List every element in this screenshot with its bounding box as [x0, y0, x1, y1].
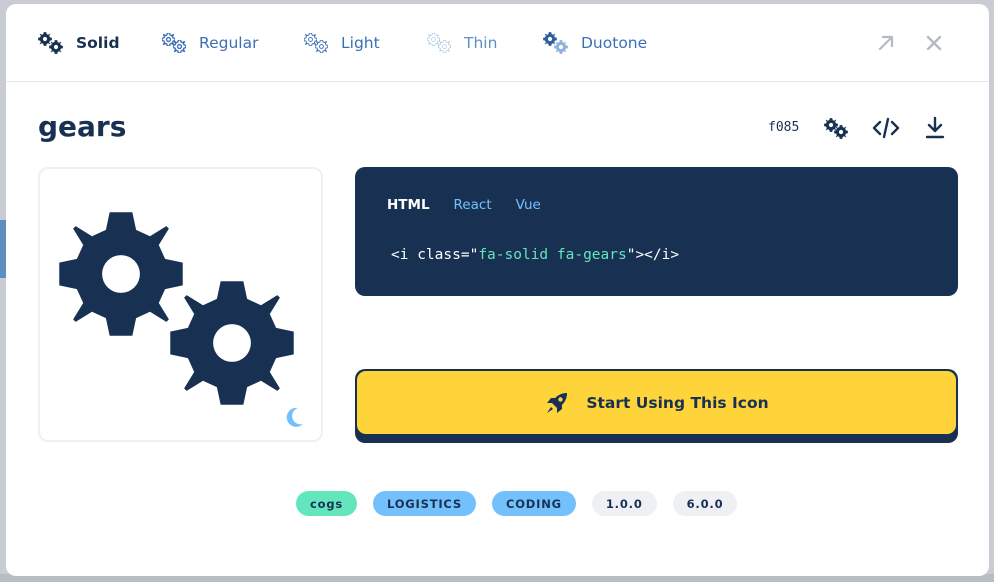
- gears-icon: [824, 118, 848, 139]
- version-tag-updated[interactable]: 6.0.0: [672, 491, 738, 516]
- tab-regular[interactable]: Regular: [161, 30, 258, 56]
- style-tabs: Solid Regular Light Thin Duotone: [6, 4, 989, 82]
- tag-list: cogs LOGISTICS CODING 1.0.0 6.0.0: [296, 491, 738, 516]
- close-icon: [926, 35, 942, 51]
- rocket-icon: [547, 392, 568, 413]
- tag-coding[interactable]: CODING: [491, 491, 576, 516]
- download-svg-button[interactable]: [921, 114, 949, 142]
- open-in-page-button[interactable]: [875, 32, 897, 54]
- icon-detail-modal: Solid Regular Light Thin Duotone gears f…: [6, 4, 989, 576]
- code-icon: [872, 117, 900, 139]
- code-snippet-panel: HTML React Vue <i class="fa-solid fa-gea…: [355, 167, 958, 296]
- start-using-label: Start Using This Icon: [586, 393, 769, 412]
- code-framework-tabs: HTML React Vue: [387, 197, 541, 213]
- tab-label: Regular: [199, 34, 259, 52]
- gears-icon: [59, 212, 294, 405]
- gears-solid-icon: [38, 32, 64, 54]
- tab-label: Light: [341, 34, 380, 52]
- tab-label: Solid: [76, 34, 120, 52]
- tab-label: Duotone: [581, 34, 648, 52]
- code-tag-close: "></i>: [626, 247, 680, 263]
- icon-name-title: gears: [38, 110, 127, 143]
- gears-thin-icon: [426, 32, 452, 54]
- code-tab-html[interactable]: HTML: [387, 197, 430, 213]
- gears-regular-icon: [161, 32, 187, 54]
- gears-duotone-icon: [543, 32, 569, 54]
- version-tag-added[interactable]: 1.0.0: [591, 491, 657, 516]
- code-tab-react[interactable]: React: [454, 197, 492, 213]
- theme-toggle-button[interactable]: [283, 406, 305, 428]
- tab-label: Thin: [464, 34, 498, 52]
- tab-duotone[interactable]: Duotone: [543, 30, 647, 56]
- arrow-up-right-icon: [878, 35, 894, 51]
- gears-light-icon: [303, 32, 329, 54]
- tab-light[interactable]: Light: [303, 30, 380, 56]
- code-tag-open: <i class=": [391, 247, 479, 263]
- download-icon: [925, 116, 945, 139]
- unicode-value[interactable]: f085: [768, 120, 799, 135]
- code-tab-vue[interactable]: Vue: [516, 197, 541, 213]
- close-button[interactable]: [923, 32, 945, 54]
- tag-logistics[interactable]: LOGISTICS: [373, 491, 476, 516]
- start-using-button-face: Start Using This Icon: [357, 371, 956, 434]
- code-snippet[interactable]: <i class="fa-solid fa-gears"></i>: [391, 247, 679, 263]
- copy-glyph-button[interactable]: [822, 114, 850, 142]
- tab-solid[interactable]: Solid: [38, 30, 120, 56]
- tag-cogs[interactable]: cogs: [296, 491, 357, 516]
- icon-preview: [38, 167, 323, 442]
- moon-icon: [286, 407, 303, 427]
- code-class-value: fa-solid fa-gears: [478, 247, 627, 263]
- tab-thin[interactable]: Thin: [426, 30, 497, 56]
- copy-code-button[interactable]: [872, 114, 900, 142]
- start-using-button[interactable]: Start Using This Icon: [355, 369, 958, 443]
